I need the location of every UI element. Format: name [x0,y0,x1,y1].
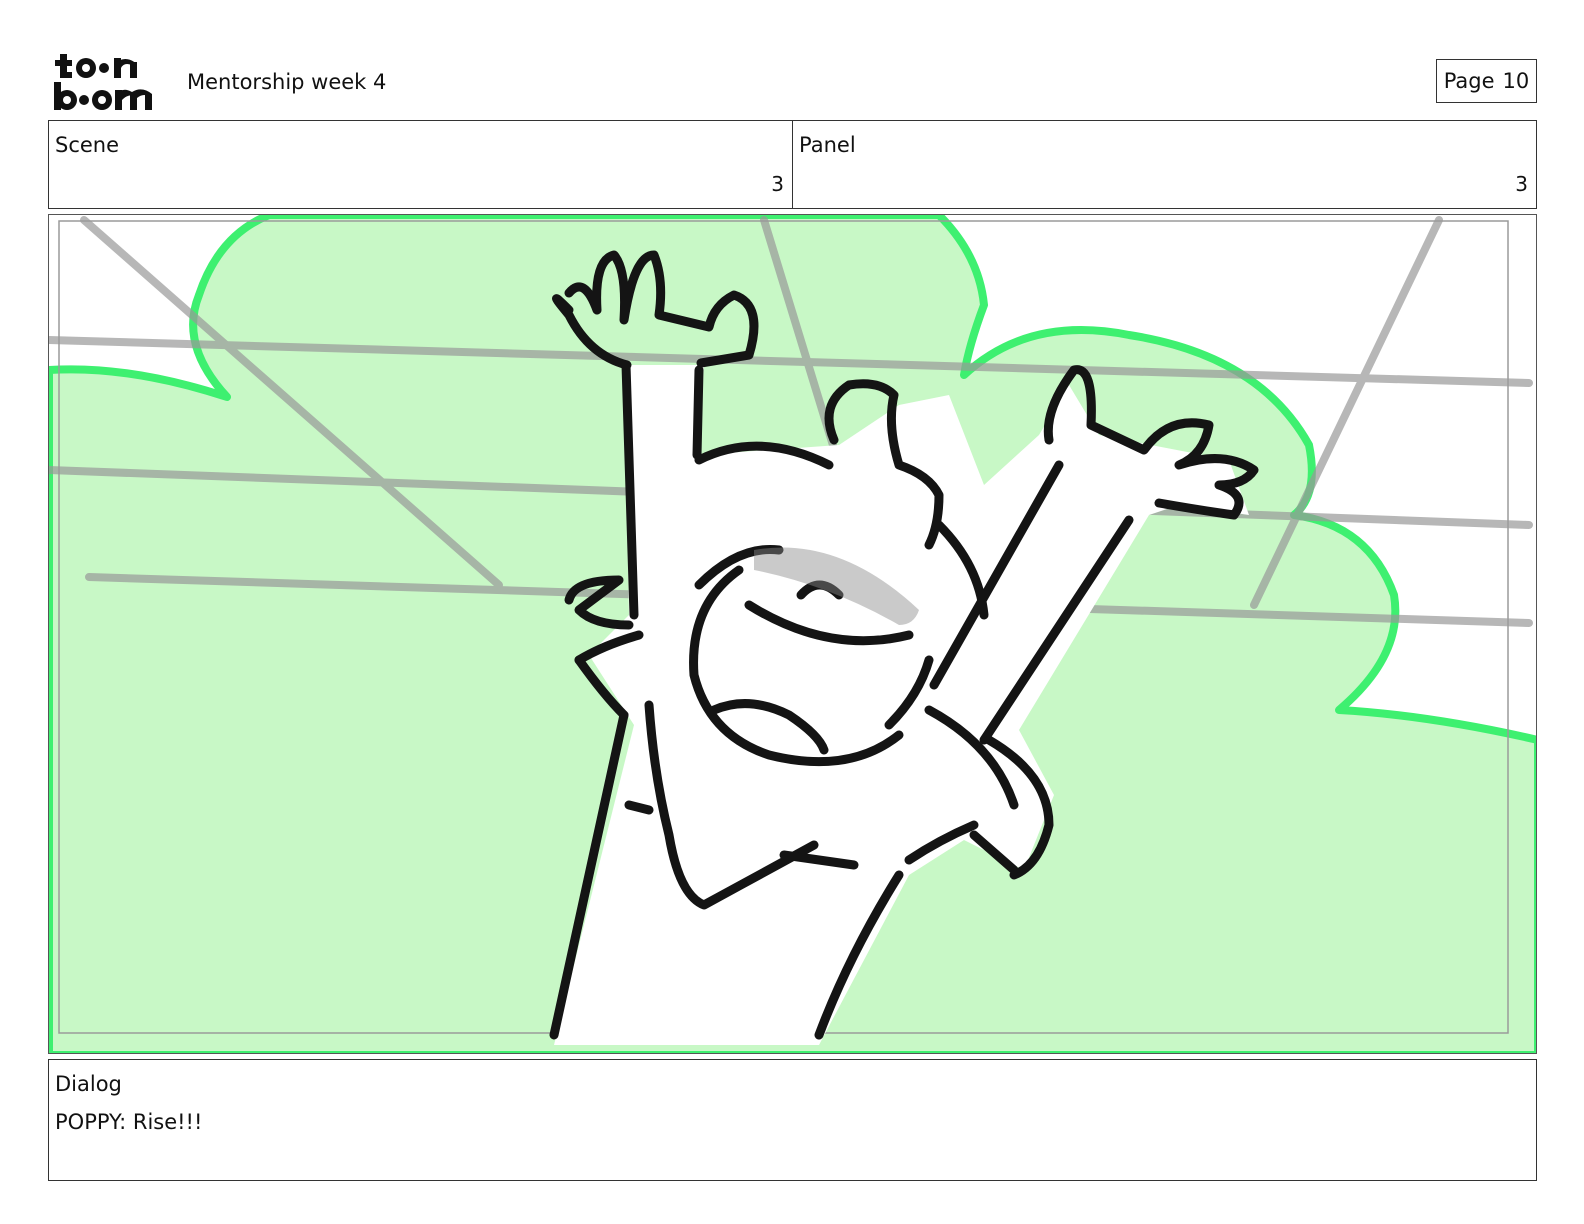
storyboard-sketch [49,215,1536,1053]
scene-panel-row: Scene 3 Panel 3 [48,120,1537,209]
dialog-box: Dialog POPPY: Rise!!! [48,1059,1537,1181]
scene-label: Scene [55,133,120,157]
page-label: Page [1443,69,1495,93]
scene-cell: Scene 3 [49,121,792,208]
dialog-text: POPPY: Rise!!! [55,1110,203,1134]
page-indicator: Page 10 [1436,59,1537,103]
storyboard-frame [48,214,1537,1054]
panel-cell: Panel 3 [792,121,1536,208]
document-title: Mentorship week 4 [187,70,387,94]
page-number: 10 [1502,69,1530,93]
scene-number: 3 [771,172,784,196]
dialog-label: Dialog [55,1072,122,1096]
toon-boom-logo [54,54,152,110]
panel-label: Panel [799,133,856,157]
panel-number: 3 [1515,172,1528,196]
